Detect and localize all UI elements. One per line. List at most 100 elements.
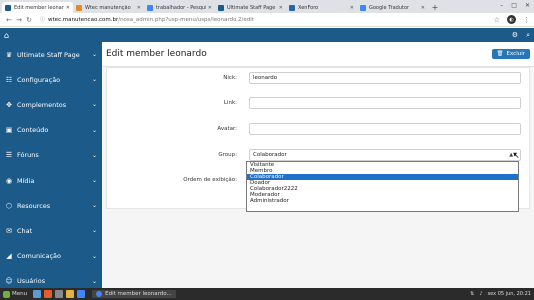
browser-tab[interactable]: Ultimate Staff Page ✕ <box>215 2 286 13</box>
maximize-icon[interactable]: □ <box>511 2 517 9</box>
close-window-icon[interactable]: ✕ <box>525 2 530 9</box>
nick-row: Nick: leonardo <box>107 71 527 85</box>
sidebar-item-foruns[interactable]: ☰ Fóruns ⌄ <box>0 143 102 168</box>
resources-icon: ⬡ <box>5 201 13 210</box>
link-input[interactable] <box>249 97 521 109</box>
start-menu-label: Menu <box>12 291 28 297</box>
sidebar-item-conteudo[interactable]: ▣ Conteúdo ⌄ <box>0 118 102 143</box>
crown-icon: ♛ <box>5 50 13 59</box>
sidebar-item-label: Complementos <box>17 100 67 109</box>
chevron-down-icon: ⌄ <box>91 277 97 285</box>
group-select[interactable]: Colaborador ▲▼ <box>249 149 521 161</box>
group-option[interactable]: Administrador <box>247 198 518 204</box>
tab-close-icon[interactable]: ✕ <box>66 5 70 11</box>
tab-favicon-icon <box>147 4 153 11</box>
system-tray: ⇅ ♪ sex 05 jun, 20:21 <box>470 291 531 297</box>
megaphone-icon: ◢ <box>6 252 12 261</box>
profile-avatar[interactable]: ◐ <box>507 15 516 24</box>
chrome-launcher-icon[interactable] <box>77 290 86 298</box>
tab-title: Google Tradutor <box>369 4 410 11</box>
terminal-launcher-icon[interactable] <box>55 290 64 298</box>
taskbar-window-chrome[interactable]: Edit member leonardo... <box>92 290 176 298</box>
info-icon[interactable]: ⓘ <box>40 16 45 23</box>
chevron-down-icon: ⌄ <box>91 126 97 134</box>
delete-button[interactable]: 🗑 Excluir <box>491 49 530 59</box>
sidebar-item-label: Chat <box>17 226 33 235</box>
nick-input[interactable]: leonardo <box>249 72 521 84</box>
reload-icon[interactable]: ↻ <box>24 16 34 24</box>
browser-tab[interactable]: XenForo ✕ <box>286 2 357 13</box>
chevron-down-icon: ⌄ <box>91 227 97 235</box>
avatar-row: Avatar: <box>107 122 527 136</box>
new-tab-button[interactable]: + <box>428 2 442 13</box>
group-label: Group: <box>218 152 237 158</box>
user-icon: ☺ <box>5 277 13 286</box>
nick-label: Nick: <box>223 75 237 81</box>
minimize-icon[interactable]: – <box>500 2 503 9</box>
chevron-down-icon: ⌄ <box>91 51 97 59</box>
back-icon[interactable]: ← <box>4 16 14 24</box>
sidebar-item-complementos[interactable]: ✥ Complementos ⌄ <box>0 92 102 117</box>
sidebar-item-comunicacao[interactable]: ◢ Comunicação ⌄ <box>0 244 102 269</box>
tab-title: XenForo <box>298 4 319 11</box>
admin-top-bar: ⌂ ⚙ ⌕ <box>0 28 534 42</box>
show-desktop-icon[interactable] <box>33 290 42 298</box>
chevron-down-icon: ⌄ <box>91 177 97 185</box>
browser-toolbar-right: ☆ ◐ ⋮ <box>494 15 530 24</box>
browser-tab[interactable]: trabalhador - Pesquisa✕ <box>144 2 215 13</box>
sidebar-item-label: Fóruns <box>17 151 39 160</box>
link-label: Link: <box>223 100 237 106</box>
tab-title: Ultimate Staff Page <box>227 4 276 11</box>
sidebar-item-resources[interactable]: ⬡ Resources ⌄ <box>0 193 102 218</box>
avatar-input[interactable] <box>249 123 521 135</box>
tab-favicon-icon <box>5 4 11 11</box>
sidebar-item-label: Conteúdo <box>17 126 49 135</box>
network-icon[interactable]: ⇅ <box>470 291 474 297</box>
tab-close-icon[interactable]: ✕ <box>279 5 283 11</box>
url-field[interactable]: ⓘ wtec.manutencao.com.br/nosa_admin.php?… <box>40 16 494 24</box>
sidebar-item-midia[interactable]: ◉ Mídia ⌄ <box>0 168 102 193</box>
search-icon[interactable]: ⌕ <box>526 31 530 40</box>
sidebar-item-configuracao[interactable]: ☷ Configuração ⌄ <box>0 67 102 92</box>
tab-title: Edit member leonardo <box>14 4 64 11</box>
window-controls: – □ ✕ <box>500 2 530 9</box>
sidebar-item-label: Configuração <box>17 75 61 84</box>
sidebar-item-label: Mídia <box>17 176 35 185</box>
files-launcher-icon[interactable] <box>66 290 75 298</box>
sliders-icon: ☷ <box>5 75 13 84</box>
tab-close-icon[interactable]: ✕ <box>350 5 354 11</box>
chevron-down-icon: ⌄ <box>91 252 97 260</box>
tab-favicon-icon <box>360 4 366 11</box>
sidebar-item-chat[interactable]: ✉ Chat ⌄ <box>0 218 102 243</box>
tab-close-icon[interactable]: ✕ <box>137 5 141 11</box>
volume-icon[interactable]: ♪ <box>479 291 482 297</box>
clock[interactable]: sex 05 jun, 20:21 <box>488 291 531 297</box>
trash-icon: 🗑 <box>496 51 504 57</box>
browser-tab[interactable]: Wtec manutenção ✕ <box>73 2 144 13</box>
address-bar: ← → ↻ ⓘ wtec.manutencao.com.br/nosa_admi… <box>0 13 534 27</box>
page-title: Edit member leonardo <box>106 49 207 59</box>
bookmark-star-icon[interactable]: ☆ <box>494 16 500 24</box>
page-header: Edit member leonardo 🗑 Excluir <box>102 42 534 67</box>
chevron-down-icon: ⌄ <box>91 202 97 210</box>
sidebar-item-ultimate-staff-page[interactable]: ♛ Ultimate Staff Page ⌄ <box>0 42 102 67</box>
browser-tab[interactable]: Edit member leonardo✕ <box>2 2 73 13</box>
browser-tab-strip: Edit member leonardo✕Wtec manutenção✕tra… <box>0 0 534 13</box>
browser-menu-icon[interactable]: ⋮ <box>523 16 530 24</box>
browser-tab[interactable]: Google Tradutor ✕ <box>357 2 428 13</box>
taskbar-window-title: Edit member leonardo... <box>105 291 172 297</box>
tools-icon[interactable]: ⚙ <box>512 31 518 40</box>
chrome-icon <box>96 291 103 297</box>
chevron-down-icon: ⌄ <box>91 101 97 109</box>
sidebar-item-label: Comunicação <box>17 252 61 261</box>
start-menu-button[interactable]: Menu <box>3 290 28 298</box>
sidebar-item-label: Resources <box>17 201 51 210</box>
url-host: wtec.manutencao.com.br <box>48 16 119 23</box>
firefox-launcher-icon[interactable] <box>44 290 53 298</box>
forward-icon[interactable]: → <box>14 16 24 24</box>
home-icon[interactable]: ⌂ <box>4 31 9 40</box>
tab-favicon-icon <box>289 4 295 11</box>
tab-close-icon[interactable]: ✕ <box>208 5 212 11</box>
tab-close-icon[interactable]: ✕ <box>421 5 425 11</box>
sidebar-item-label: Usuários <box>17 277 46 286</box>
